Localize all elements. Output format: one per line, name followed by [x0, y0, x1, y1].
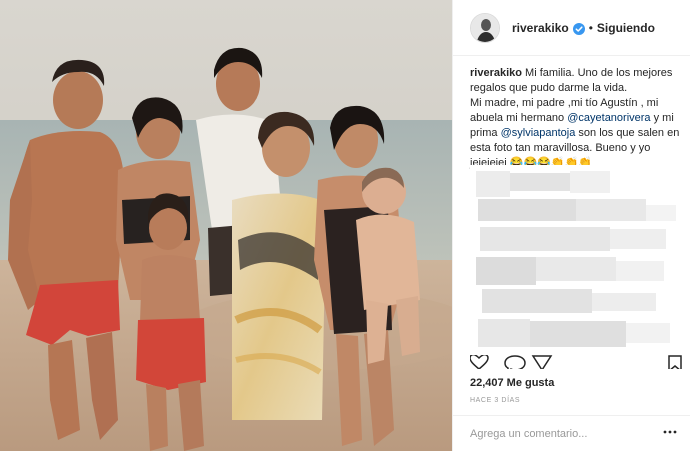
caption-author-link[interactable]: riverakiko	[470, 67, 522, 79]
mention-link-cayetanorivera[interactable]: @cayetanorivera	[567, 112, 650, 124]
post-photo[interactable]	[0, 0, 452, 451]
username-link[interactable]: riverakiko	[512, 21, 569, 35]
post-actions	[470, 355, 684, 369]
mention-link-sylviapantoja[interactable]: @sylviapantoja	[501, 127, 576, 139]
comment-input[interactable]	[470, 427, 660, 440]
comment-bar	[453, 415, 690, 451]
share-icon[interactable]	[531, 355, 553, 369]
post-header: riverakiko • Siguiendo	[453, 0, 690, 56]
family-photo-image	[0, 0, 452, 451]
bookmark-icon[interactable]	[668, 355, 682, 369]
more-options-icon[interactable]	[663, 429, 677, 435]
post-caption: riverakiko Mi familia. Uno de los mejore…	[470, 66, 684, 171]
post-sidebar: riverakiko • Siguiendo riverakiko Mi fam…	[452, 0, 690, 451]
following-button[interactable]: Siguiendo	[597, 21, 655, 35]
verified-badge-icon	[572, 22, 585, 35]
heart-icon[interactable]	[470, 355, 489, 369]
avatar[interactable]	[470, 12, 500, 43]
post-timestamp[interactable]: HACE 3 DÍAS	[470, 397, 520, 404]
likes-number: 22,407	[470, 377, 504, 389]
likes-label: Me gusta	[506, 377, 555, 389]
comment-icon[interactable]	[504, 355, 526, 369]
pixelated-comments	[470, 165, 682, 355]
avatar-image	[471, 13, 499, 42]
likes-count[interactable]: 22,407 Me gusta	[470, 377, 554, 389]
separator-dot: •	[588, 20, 593, 35]
